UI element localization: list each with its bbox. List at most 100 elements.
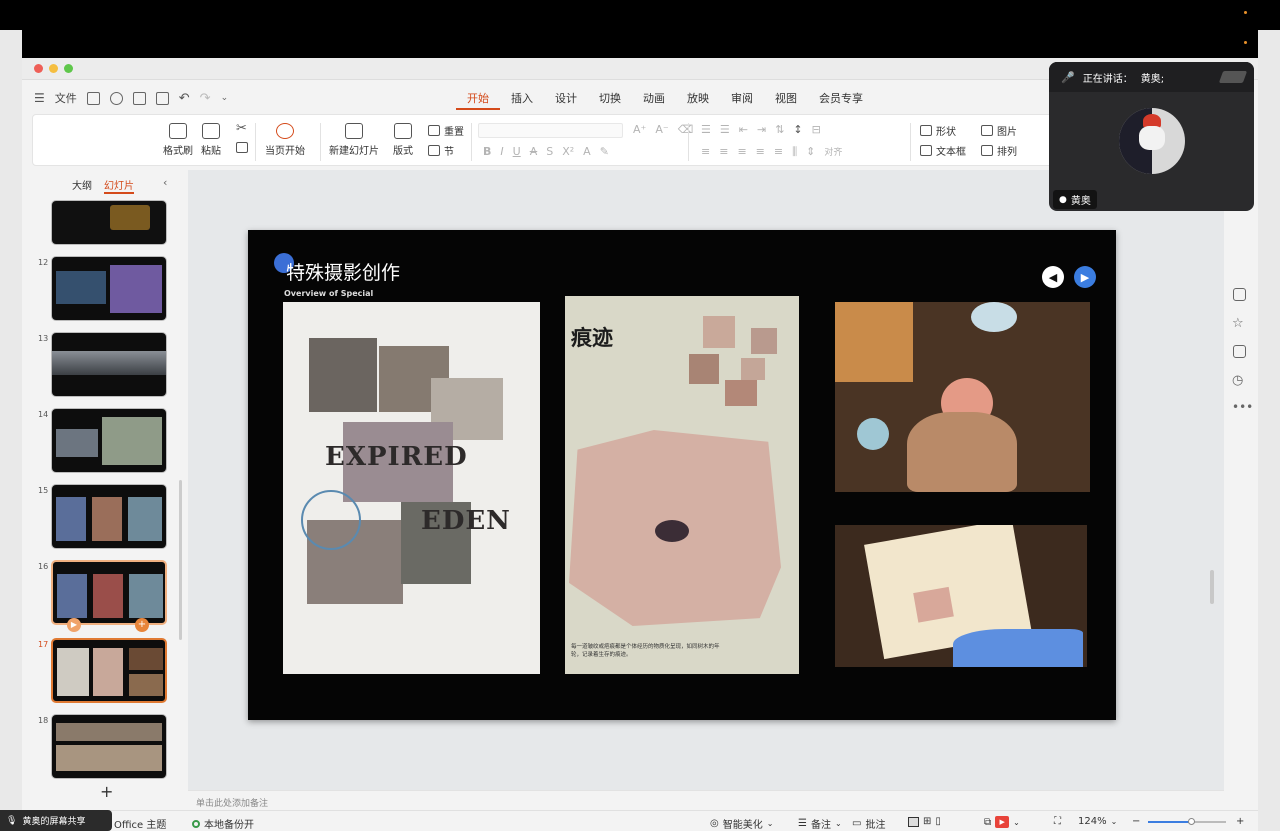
tab-animations[interactable]: 动画	[632, 88, 676, 110]
zoom-level[interactable]: 124% ⌄	[1078, 816, 1117, 827]
increase-indent-icon[interactable]: ⇥	[757, 123, 766, 136]
save-icon[interactable]	[86, 91, 100, 105]
hamburger-menu-icon[interactable]: ☰	[34, 91, 45, 105]
text-fit-icon[interactable]: ⊟	[812, 123, 821, 136]
add-slide-button[interactable]: +	[100, 782, 113, 801]
presenter-icon[interactable]: ⧉	[984, 817, 991, 828]
justify-icon[interactable]: ≡	[756, 145, 765, 159]
font-color-icon[interactable]: A	[583, 145, 591, 158]
star-icon[interactable]: ☆	[1232, 316, 1244, 331]
current-slide[interactable]: 特殊摄影创作 Overview of Special ◀ ▶ EXPIRED E…	[248, 230, 1116, 720]
canvas-scrollbar[interactable]	[1210, 570, 1214, 604]
fit-window-icon[interactable]: ⛶	[1054, 816, 1061, 827]
tab-transitions[interactable]: 切换	[588, 88, 632, 110]
outline-tab[interactable]: 大纲	[72, 177, 92, 194]
italic-icon[interactable]: I	[500, 145, 503, 158]
maximize-window-button[interactable]	[64, 64, 73, 73]
tab-review[interactable]: 审阅	[720, 88, 764, 110]
shape-button[interactable]: 形状	[920, 123, 956, 138]
tab-view[interactable]: 视图	[764, 88, 808, 110]
picture-button[interactable]: 图片	[981, 123, 1017, 138]
notes-button[interactable]: ☰ 备注 ⌄	[798, 816, 842, 831]
more-chevron-icon[interactable]: ⌄	[221, 93, 229, 103]
close-window-button[interactable]	[34, 64, 43, 73]
zoom-out-icon[interactable]: −	[1132, 816, 1140, 827]
redo-icon[interactable]: ↷	[200, 91, 211, 106]
slide-thumbnail[interactable]	[51, 560, 167, 625]
copy-button[interactable]	[236, 142, 248, 153]
section-button[interactable]: 节	[428, 143, 454, 158]
slide-thumbnail[interactable]	[51, 256, 167, 321]
superscript-icon[interactable]: X²	[562, 145, 574, 158]
numbered-list-icon[interactable]: ☰	[720, 123, 730, 136]
chevron-down-icon[interactable]: ⌄	[1013, 818, 1020, 827]
add-slide-icon[interactable]: +	[135, 618, 149, 632]
slide-thumbnail[interactable]	[51, 408, 167, 473]
more-icon[interactable]: •••	[1232, 400, 1253, 414]
edit-icon[interactable]	[1233, 288, 1246, 301]
distribute-icon[interactable]: ≡	[774, 145, 783, 159]
smart-beautify-button[interactable]: ◎ 智能美化 ⌄	[710, 816, 773, 831]
new-slide-button[interactable]: 新建幻灯片	[329, 123, 379, 157]
slide-thumbnail-selected[interactable]	[51, 638, 167, 703]
slide-thumbnail[interactable]	[51, 714, 167, 779]
window-controls[interactable]	[1218, 71, 1248, 83]
normal-view-icon[interactable]	[908, 816, 919, 827]
comments-button[interactable]: ▭ 批注	[852, 816, 885, 831]
slide-thumbnail[interactable]	[51, 332, 167, 397]
notes-area[interactable]: 单击此处添加备注	[188, 790, 1224, 810]
play-slide-icon[interactable]: ▶	[67, 618, 81, 632]
painting-photo[interactable]	[835, 525, 1087, 667]
pottery-photo[interactable]	[835, 302, 1090, 492]
backup-status[interactable]: 本地备份开	[192, 816, 254, 831]
strikethrough-icon[interactable]: A	[530, 145, 538, 158]
columns-icon[interactable]: ⫼	[792, 145, 797, 159]
traces-image[interactable]: 痕迹 每一道皱纹或疤痕都是个体经历的物质化呈现，如同树木的年轮，记录着生存的痕迹…	[565, 296, 799, 674]
panel-scrollbar[interactable]	[179, 480, 182, 640]
tab-design[interactable]: 设计	[544, 88, 588, 110]
preview-icon[interactable]	[155, 91, 169, 105]
collage-image[interactable]: EXPIRED EDEN	[283, 302, 540, 674]
bold-icon[interactable]: B	[483, 145, 491, 158]
clear-format-icon[interactable]: ⌫	[678, 123, 694, 136]
bullet-list-icon[interactable]: ☰	[701, 123, 711, 136]
copy-style-icon[interactable]	[1233, 345, 1246, 358]
screen-share-indicator[interactable]: 🎙 黄奥的屏幕共享	[0, 810, 112, 831]
align-right-icon[interactable]: ≡	[737, 145, 746, 159]
minimize-window-button[interactable]	[49, 64, 58, 73]
font-family-select[interactable]	[478, 123, 623, 138]
slide-subtitle[interactable]: Overview of Special	[284, 289, 373, 298]
reset-button[interactable]: 重置	[428, 123, 464, 138]
tab-home[interactable]: 开始	[456, 88, 500, 110]
align-dropdown[interactable]: 对齐	[824, 145, 842, 159]
line-spacing-icon[interactable]: ↕	[793, 123, 802, 136]
underline-icon[interactable]: U	[513, 145, 521, 158]
paste-button[interactable]: 粘贴	[201, 123, 221, 157]
collapse-chevron-icon[interactable]: ‹	[163, 176, 167, 189]
file-menu[interactable]: 文件	[55, 90, 77, 106]
vertical-align-icon[interactable]: ⇕	[806, 145, 815, 159]
undo-icon[interactable]: ↶	[179, 91, 190, 106]
start-current-slide-button[interactable]: 当页开始	[265, 123, 305, 157]
next-arrow-icon[interactable]: ▶	[1074, 266, 1096, 288]
slide-title[interactable]: 特殊摄影创作	[286, 258, 400, 285]
print-icon[interactable]	[132, 91, 146, 105]
tab-member[interactable]: 会员专享	[808, 88, 874, 110]
highlight-icon[interactable]: ✎	[600, 145, 609, 158]
slide-thumbnail[interactable]	[51, 484, 167, 549]
textbox-button[interactable]: 文本框	[920, 143, 966, 158]
slides-tab[interactable]: 幻灯片	[104, 177, 134, 194]
reading-view-icon[interactable]: ▯	[935, 816, 941, 827]
layout-button[interactable]: 版式	[393, 123, 413, 157]
zoom-slider-handle[interactable]	[1188, 818, 1195, 825]
zoom-slider[interactable]	[1148, 818, 1226, 825]
arrange-button[interactable]: 排列	[981, 143, 1017, 158]
zoom-in-icon[interactable]: +	[1236, 816, 1244, 827]
history-icon[interactable]: ◷	[1232, 373, 1243, 388]
align-left-icon[interactable]: ≡	[701, 145, 710, 159]
previous-arrow-icon[interactable]: ◀	[1042, 266, 1064, 288]
cut-icon[interactable]: ✂	[236, 121, 247, 136]
play-slideshow-icon[interactable]: ▶	[995, 816, 1010, 828]
decrease-font-icon[interactable]: A⁻	[655, 123, 668, 136]
tab-insert[interactable]: 插入	[500, 88, 544, 110]
